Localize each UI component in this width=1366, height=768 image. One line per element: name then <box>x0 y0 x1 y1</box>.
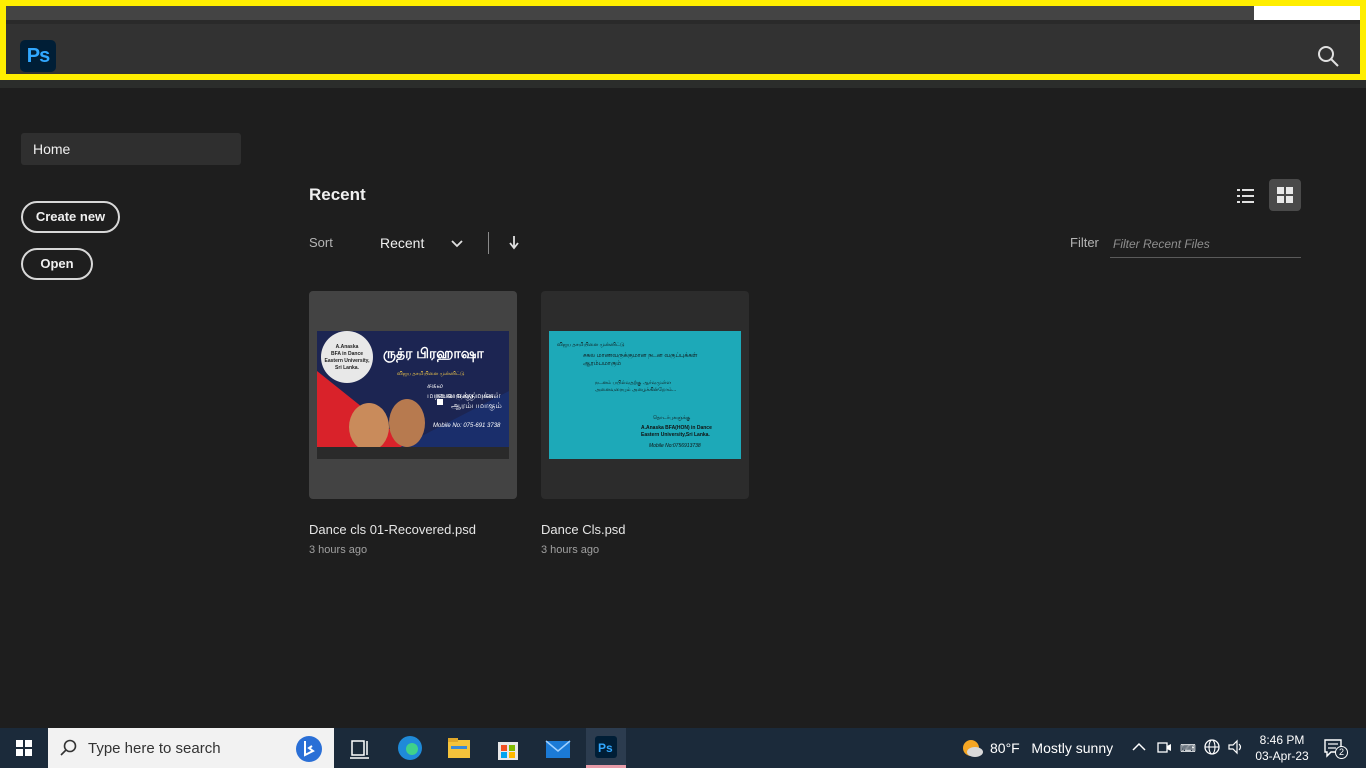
svg-text:⌨: ⌨ <box>1180 742 1196 755</box>
poster-line: Mobile No:0756913738 <box>649 443 701 449</box>
header-underline <box>0 80 1366 88</box>
search-icon[interactable] <box>1316 44 1340 68</box>
taskbar-search-box[interactable]: Type here to search <box>48 728 334 768</box>
poster-line: சகல மாணவருக்குமான நடன வகுப்புக்கள் <box>583 353 698 359</box>
file-thumbnail: A.Anaska BFA in Dance Eastern University… <box>317 331 509 459</box>
search-placeholder: Type here to search <box>88 740 221 757</box>
poster-line: A.Anaska BFA(HON) in Dance <box>641 425 712 431</box>
file-card[interactable]: A.Anaska BFA in Dance Eastern University… <box>309 291 517 499</box>
poster-line: விஜய தசமியினை முன்னிட்டு <box>557 342 625 348</box>
file-time: 3 hours ago <box>541 544 600 556</box>
poster-line: ஆரம்பமாகும் <box>451 401 502 410</box>
search-icon <box>60 739 77 756</box>
taskbar: Type here to search Ps 80°F Mostly sunny… <box>0 728 1366 768</box>
photoshop-icon: Ps <box>595 736 617 758</box>
bing-icon[interactable] <box>294 734 324 764</box>
weather-widget[interactable]: 80°F Mostly sunny <box>990 740 1113 756</box>
sort-direction-icon[interactable] <box>506 234 522 252</box>
meet-now-icon[interactable] <box>1155 738 1173 756</box>
weather-icon[interactable] <box>960 737 984 759</box>
poster-circle-line: Sri Lanka. <box>335 365 359 371</box>
filter-label: Filter <box>1070 235 1099 250</box>
create-new-button[interactable]: Create new <box>21 201 120 233</box>
clock[interactable]: 8:46 PM 03-Apr-23 <box>1254 732 1310 764</box>
filter-input[interactable] <box>1110 231 1301 258</box>
chevron-up-icon[interactable] <box>1130 738 1148 756</box>
poster-line: ஆரம்பமாகும் <box>583 361 622 367</box>
file-card[interactable]: விஜய தசமியினை முன்னிட்டு சகல மாணவருக்கும… <box>541 291 749 499</box>
file-name[interactable]: Dance cls 01-Recovered.psd <box>309 522 476 537</box>
screen: Ps Home Create new Open Recent Sort Rece… <box>0 0 1366 768</box>
poster-line: அனைவரையும் அழைக்கின்றோம்... <box>595 387 677 393</box>
poster-line: நடன வகுப்புக்கள் <box>435 391 501 400</box>
weather-temp: 80°F <box>990 740 1020 756</box>
sort-dropdown[interactable]: Recent <box>380 235 468 255</box>
sort-value: Recent <box>380 235 425 251</box>
poster-circle-line: Eastern University, <box>324 358 370 364</box>
photoshop-logo[interactable]: Ps <box>20 40 56 72</box>
poster-circle-line: BFA in Dance <box>330 351 364 357</box>
file-explorer-icon[interactable] <box>439 732 479 768</box>
volume-icon[interactable] <box>1227 738 1245 756</box>
poster-line: நடனம் பயில்வதற்கு ஆர்வமுள்ள <box>595 380 671 386</box>
sort-label: Sort <box>309 235 333 250</box>
photoshop-taskbar-button[interactable]: Ps <box>586 728 626 768</box>
notification-badge: 2 <box>1335 746 1348 759</box>
windows-start-icon[interactable] <box>0 728 48 768</box>
task-view-icon[interactable] <box>340 732 380 768</box>
file-time: 3 hours ago <box>309 544 368 556</box>
poster-line: தொடர்புகளுக்கு <box>653 415 691 421</box>
poster-title: ருத்ர பிரஹாஷா <box>383 345 484 361</box>
poster-circle-line: A.Anaska <box>335 344 359 350</box>
open-button[interactable]: Open <box>21 248 93 280</box>
mail-icon[interactable] <box>538 732 578 768</box>
title-divider <box>6 20 1360 24</box>
poster-line: Eastern University,Sri Lanka. <box>641 432 710 438</box>
title-strip-right <box>1254 6 1360 20</box>
poster-circle-text: A.Anaska BFA in Dance Eastern University… <box>323 344 371 372</box>
edge-icon[interactable] <box>390 732 430 768</box>
grid-view-icon[interactable] <box>1269 179 1301 211</box>
sidebar-item-home[interactable]: Home <box>21 133 241 165</box>
page-title: Recent <box>309 185 366 204</box>
weather-text: Mostly sunny <box>1031 740 1114 756</box>
clock-date: 03-Apr-23 <box>1255 749 1309 763</box>
sort-divider <box>488 232 489 254</box>
poster-line: விஜய தசமியினை முன்னிட்டு <box>397 371 465 377</box>
app-header: Ps <box>0 0 1366 80</box>
clock-time: 8:46 PM <box>1259 733 1305 747</box>
network-globe-icon[interactable] <box>1203 738 1221 756</box>
input-method-icon[interactable]: ⌨ <box>1179 738 1197 756</box>
notification-center[interactable]: 2 <box>1322 736 1348 760</box>
list-view-icon[interactable] <box>1229 180 1261 212</box>
file-thumbnail: விஜய தசமியினை முன்னிட்டு சகல மாணவருக்கும… <box>549 331 741 459</box>
svg-text:Ps: Ps <box>598 741 613 755</box>
title-strip <box>6 6 1254 20</box>
file-name[interactable]: Dance Cls.psd <box>541 522 626 537</box>
poster-mobile: Mobile No: 075-691 3738 <box>433 423 501 429</box>
chevron-down-icon <box>451 240 463 248</box>
microsoft-store-icon[interactable] <box>488 732 528 768</box>
